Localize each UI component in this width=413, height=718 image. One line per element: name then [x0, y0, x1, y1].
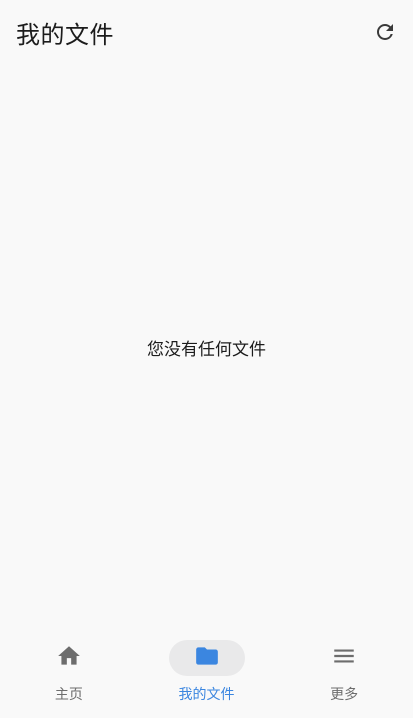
- menu-icon: [331, 643, 357, 673]
- empty-state-message: 您没有任何文件: [147, 340, 266, 360]
- app-bar: 我的文件: [0, 0, 413, 72]
- nav-indicator: [312, 640, 376, 676]
- nav-item-more[interactable]: 更多: [275, 632, 413, 718]
- nav-indicator: [37, 640, 101, 676]
- nav-item-my-files[interactable]: 我的文件: [138, 632, 276, 718]
- folder-icon: [194, 643, 220, 673]
- home-icon: [56, 643, 82, 673]
- nav-label-more: 更多: [330, 687, 359, 703]
- nav-label-my-files: 我的文件: [178, 687, 235, 703]
- page-title: 我的文件: [16, 21, 114, 49]
- nav-label-home: 主页: [54, 687, 83, 703]
- nav-item-home[interactable]: 主页: [0, 632, 138, 718]
- refresh-button[interactable]: [371, 20, 399, 48]
- nav-indicator-active: [168, 640, 245, 676]
- refresh-icon: [373, 20, 397, 48]
- bottom-navigation: 主页 我的文件 更多: [0, 632, 413, 718]
